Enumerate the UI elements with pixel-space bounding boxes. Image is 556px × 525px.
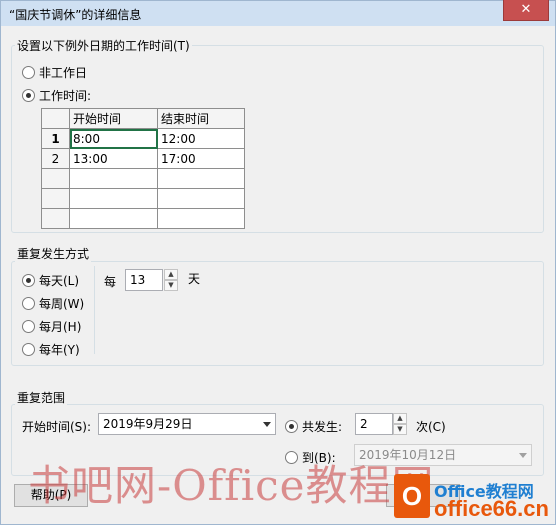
occurrences-unit-label: 次(C) bbox=[416, 420, 446, 434]
radio-indicator bbox=[285, 420, 298, 433]
title-bar: “国庆节调休”的详细信息 bbox=[0, 0, 556, 26]
monthly-radio[interactable]: 每月(H) bbox=[22, 318, 81, 335]
yearly-radio[interactable]: 每年(Y) bbox=[22, 341, 80, 358]
row-number bbox=[41, 188, 70, 209]
chevron-down-icon bbox=[519, 453, 527, 458]
daily-label: 每天(L) bbox=[39, 274, 80, 288]
end-after-radio[interactable]: 共发生: bbox=[285, 418, 342, 435]
non-working-day-label: 非工作日 bbox=[39, 66, 88, 80]
weekly-label: 每周(W) bbox=[39, 297, 85, 311]
close-button[interactable]: ✕ bbox=[503, 0, 549, 21]
start-date-value: 2019年9月29日 bbox=[103, 417, 193, 431]
table-row bbox=[41, 208, 245, 229]
yearly-label: 每年(Y) bbox=[39, 343, 80, 357]
start-date-label: 开始时间(S): bbox=[22, 420, 92, 434]
row-header-corner bbox=[41, 108, 70, 129]
watermark-logo-bottom: office66.cn bbox=[434, 496, 549, 521]
end-time-cell[interactable] bbox=[157, 188, 245, 209]
interval-input[interactable]: 13 bbox=[125, 269, 163, 291]
window-title: “国庆节调休”的详细信息 bbox=[9, 8, 142, 22]
end-time-cell[interactable]: 12:00 bbox=[157, 128, 245, 149]
start-time-cell[interactable] bbox=[69, 168, 158, 189]
start-time-cell[interactable]: 8:00 bbox=[69, 128, 158, 149]
spin-down-icon[interactable]: ▼ bbox=[164, 280, 178, 291]
radio-indicator bbox=[22, 343, 35, 356]
radio-indicator bbox=[22, 274, 35, 287]
pattern-divider bbox=[94, 266, 95, 354]
work-time-group-legend: 设置以下例外日期的工作时间(T) bbox=[15, 37, 192, 54]
spin-up-icon[interactable]: ▲ bbox=[393, 413, 407, 424]
start-time-cell[interactable] bbox=[69, 188, 158, 209]
row-number: 1 bbox=[41, 128, 70, 149]
close-icon: ✕ bbox=[520, 2, 532, 17]
end-time-cell[interactable]: 17:00 bbox=[157, 148, 245, 169]
every-label: 每 bbox=[104, 275, 117, 289]
column-header-end: 结束时间 bbox=[157, 108, 245, 129]
interval-spinner[interactable]: ▲ ▼ bbox=[164, 269, 178, 291]
working-times-table: 开始时间 结束时间 1 8:00 12:00 2 13:00 17:00 bbox=[41, 108, 245, 229]
radio-indicator bbox=[22, 297, 35, 310]
watermark-text: 书吧网-Office教程网 bbox=[28, 461, 435, 510]
row-number: 2 bbox=[41, 148, 70, 169]
interval-unit-label: 天 bbox=[188, 272, 201, 286]
occurrences-input[interactable]: 2 bbox=[355, 413, 393, 435]
non-working-day-radio[interactable]: 非工作日 bbox=[22, 64, 87, 81]
office-logo-icon: O bbox=[394, 474, 430, 518]
occurrences-spinner[interactable]: ▲ ▼ bbox=[393, 413, 407, 435]
start-date-dropdown[interactable]: 2019年9月29日 bbox=[98, 413, 276, 435]
row-number bbox=[41, 208, 70, 229]
table-row: 1 8:00 12:00 bbox=[41, 128, 245, 149]
table-row bbox=[41, 168, 245, 189]
radio-indicator bbox=[22, 66, 35, 79]
column-header-start: 开始时间 bbox=[69, 108, 158, 129]
end-time-cell[interactable] bbox=[157, 208, 245, 229]
working-times-radio[interactable]: 工作时间: bbox=[22, 87, 91, 104]
working-times-label: 工作时间: bbox=[39, 89, 92, 103]
table-row bbox=[41, 188, 245, 209]
recurrence-pattern-legend: 重复发生方式 bbox=[15, 245, 92, 262]
recurrence-range-legend: 重复范围 bbox=[15, 389, 68, 406]
weekly-radio[interactable]: 每周(W) bbox=[22, 295, 84, 312]
table-header-row: 开始时间 结束时间 bbox=[41, 108, 245, 129]
daily-radio[interactable]: 每天(L) bbox=[22, 272, 79, 289]
radio-indicator bbox=[22, 320, 35, 333]
row-number bbox=[41, 168, 70, 189]
end-after-label: 共发生: bbox=[302, 420, 343, 434]
monthly-label: 每月(H) bbox=[39, 320, 82, 334]
recurrence-pattern-group bbox=[11, 261, 544, 366]
start-time-cell[interactable]: 13:00 bbox=[69, 148, 158, 169]
start-time-cell[interactable] bbox=[69, 208, 158, 229]
table-row: 2 13:00 17:00 bbox=[41, 148, 245, 169]
end-time-cell[interactable] bbox=[157, 168, 245, 189]
chevron-down-icon bbox=[263, 422, 271, 427]
spin-up-icon[interactable]: ▲ bbox=[164, 269, 178, 280]
spin-down-icon[interactable]: ▼ bbox=[393, 424, 407, 435]
radio-indicator bbox=[22, 89, 35, 102]
